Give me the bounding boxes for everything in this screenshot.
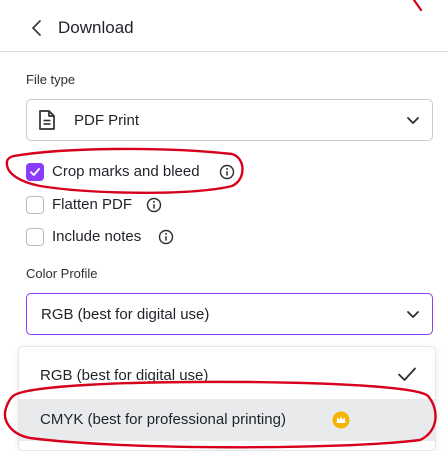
crop-marks-checkbox[interactable] <box>26 163 44 181</box>
menu-option-cmyk[interactable]: CMYK (best for professional printing) <box>19 399 435 441</box>
chevron-down-icon <box>406 310 420 320</box>
crown-icon <box>332 411 350 429</box>
color-profile-menu: RGB (best for digital use) CMYK (best fo… <box>18 346 436 451</box>
info-icon[interactable] <box>158 229 174 245</box>
file-type-label: File type <box>26 72 76 87</box>
crop-marks-option[interactable]: Crop marks and bleed <box>26 163 256 183</box>
info-icon[interactable] <box>146 197 162 213</box>
flatten-pdf-option[interactable]: Flatten PDF <box>26 196 166 216</box>
menu-option-rgb[interactable]: RGB (best for digital use) <box>19 355 435 397</box>
page-title: Download <box>58 18 134 37</box>
chevron-down-icon <box>406 116 420 126</box>
color-profile-value: RGB (best for digital use) <box>41 306 210 323</box>
flatten-pdf-label: Flatten PDF <box>52 196 133 213</box>
include-notes-label: Include notes <box>52 228 142 245</box>
panel-header: Download <box>0 0 448 52</box>
include-notes-checkbox[interactable] <box>26 228 44 246</box>
back-chevron-left-icon[interactable] <box>26 17 48 39</box>
include-notes-option[interactable]: Include notes <box>26 228 186 248</box>
document-icon <box>37 109 57 131</box>
color-profile-select[interactable]: RGB (best for digital use) <box>26 293 433 335</box>
flatten-pdf-checkbox[interactable] <box>26 196 44 214</box>
crop-marks-label: Crop marks and bleed <box>52 163 200 180</box>
info-icon[interactable] <box>219 164 235 180</box>
menu-option-label: CMYK (best for professional printing) <box>40 411 286 428</box>
color-profile-label: Color Profile <box>26 266 98 281</box>
file-type-value: PDF Print <box>74 112 140 129</box>
file-type-select[interactable]: PDF Print <box>26 99 433 141</box>
menu-option-label: RGB (best for digital use) <box>40 367 209 384</box>
checkmark-icon <box>397 365 417 383</box>
